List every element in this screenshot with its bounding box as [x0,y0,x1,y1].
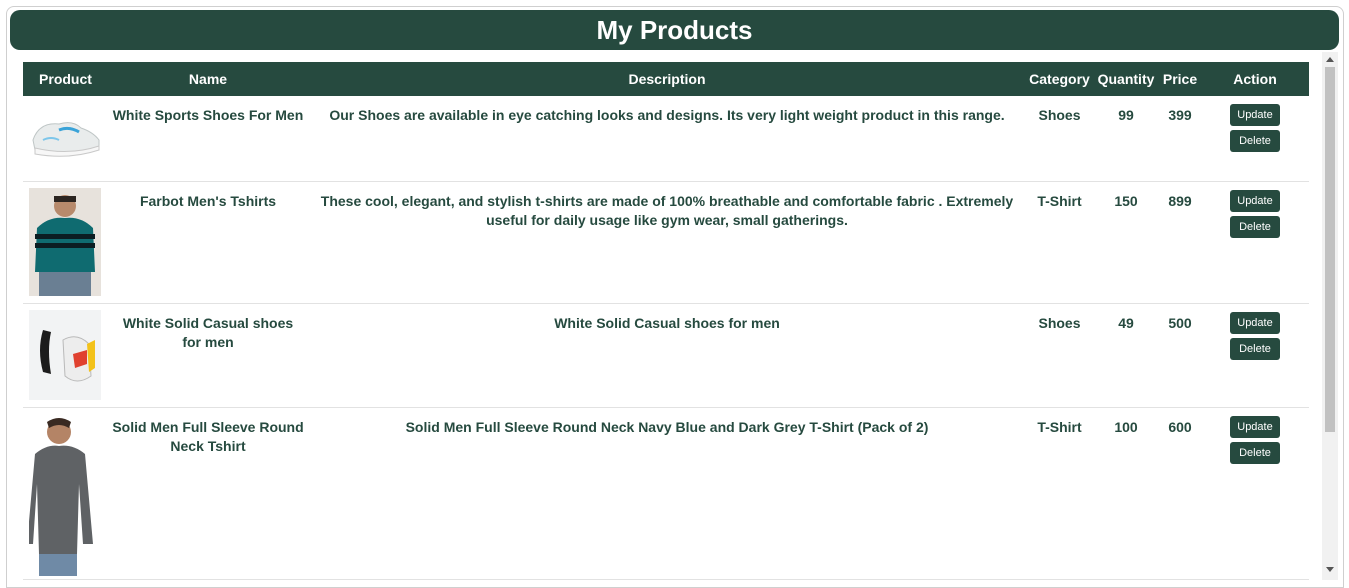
product-description: Solid Men Full Sleeve Round Neck Navy Bl… [308,407,1026,580]
product-quantity: 100 [1093,407,1159,580]
vertical-scrollbar[interactable] [1322,52,1338,580]
action-cell: Update Delete [1201,96,1309,182]
header-action: Action [1201,62,1309,96]
delete-button[interactable]: Delete [1230,130,1280,152]
header-quantity: Quantity [1093,62,1159,96]
shoe-white-casual-image [29,309,101,400]
product-category: Shoes [1026,303,1093,408]
product-image-cell [23,303,108,408]
product-description: These cool, elegant, and stylish t-shirt… [308,181,1026,304]
products-table-container: Product Name Description Category Quanti… [23,62,1309,580]
product-name: White Solid Casual shoes for men [108,303,308,408]
update-button[interactable]: Update [1230,189,1280,212]
delete-button[interactable]: Delete [1230,337,1280,360]
table-row: Farbot Men's Tshirts These cool, elegant… [23,181,1309,304]
scrollbar-thumb[interactable] [1325,67,1335,432]
product-price: 500 [1159,303,1201,408]
product-price: 600 [1159,407,1201,580]
header-product: Product [23,62,108,96]
tshirt-teal-striped-image [29,187,101,296]
update-button[interactable]: Update [1230,415,1280,438]
product-category: T-Shirt [1026,181,1093,304]
table-row: White Sports Shoes For Men Our Shoes are… [23,96,1309,182]
update-button[interactable]: Update [1230,104,1280,126]
product-image-cell [23,96,108,182]
table-row: Solid Men Full Sleeve Round Neck Tshirt … [23,407,1309,580]
product-price: 399 [1159,96,1201,182]
product-description: Our Shoes are available in eye catching … [308,96,1026,182]
action-cell: Update Delete [1201,181,1309,304]
header-price: Price [1159,62,1201,96]
table-header-row: Product Name Description Category Quanti… [23,62,1309,96]
product-quantity: 150 [1093,181,1159,304]
scroll-down-arrow-icon[interactable] [1326,567,1334,572]
product-category: Shoes [1026,96,1093,182]
page-title: My Products [10,10,1339,50]
delete-button[interactable]: Delete [1230,215,1280,238]
shoe-white-sport-image [29,102,101,164]
delete-button[interactable]: Delete [1230,441,1280,464]
header-description: Description [308,62,1026,96]
product-name: Farbot Men's Tshirts [108,181,308,304]
header-name: Name [108,62,308,96]
product-name: White Sports Shoes For Men [108,96,308,182]
product-image-cell [23,181,108,304]
table-row: White Solid Casual shoes for men White S… [23,303,1309,408]
product-name: Solid Men Full Sleeve Round Neck Tshirt [108,407,308,580]
product-quantity: 99 [1093,96,1159,182]
tshirt-grey-fullsleeve-image [29,413,101,576]
header-category: Category [1026,62,1093,96]
action-cell: Update Delete [1201,407,1309,580]
product-quantity: 49 [1093,303,1159,408]
scroll-up-arrow-icon[interactable] [1326,57,1334,62]
update-button[interactable]: Update [1230,311,1280,334]
action-cell: Update Delete [1201,303,1309,408]
product-price: 899 [1159,181,1201,304]
product-category: T-Shirt [1026,407,1093,580]
product-description: White Solid Casual shoes for men [308,303,1026,408]
product-image-cell [23,407,108,580]
products-table: Product Name Description Category Quanti… [23,62,1309,580]
